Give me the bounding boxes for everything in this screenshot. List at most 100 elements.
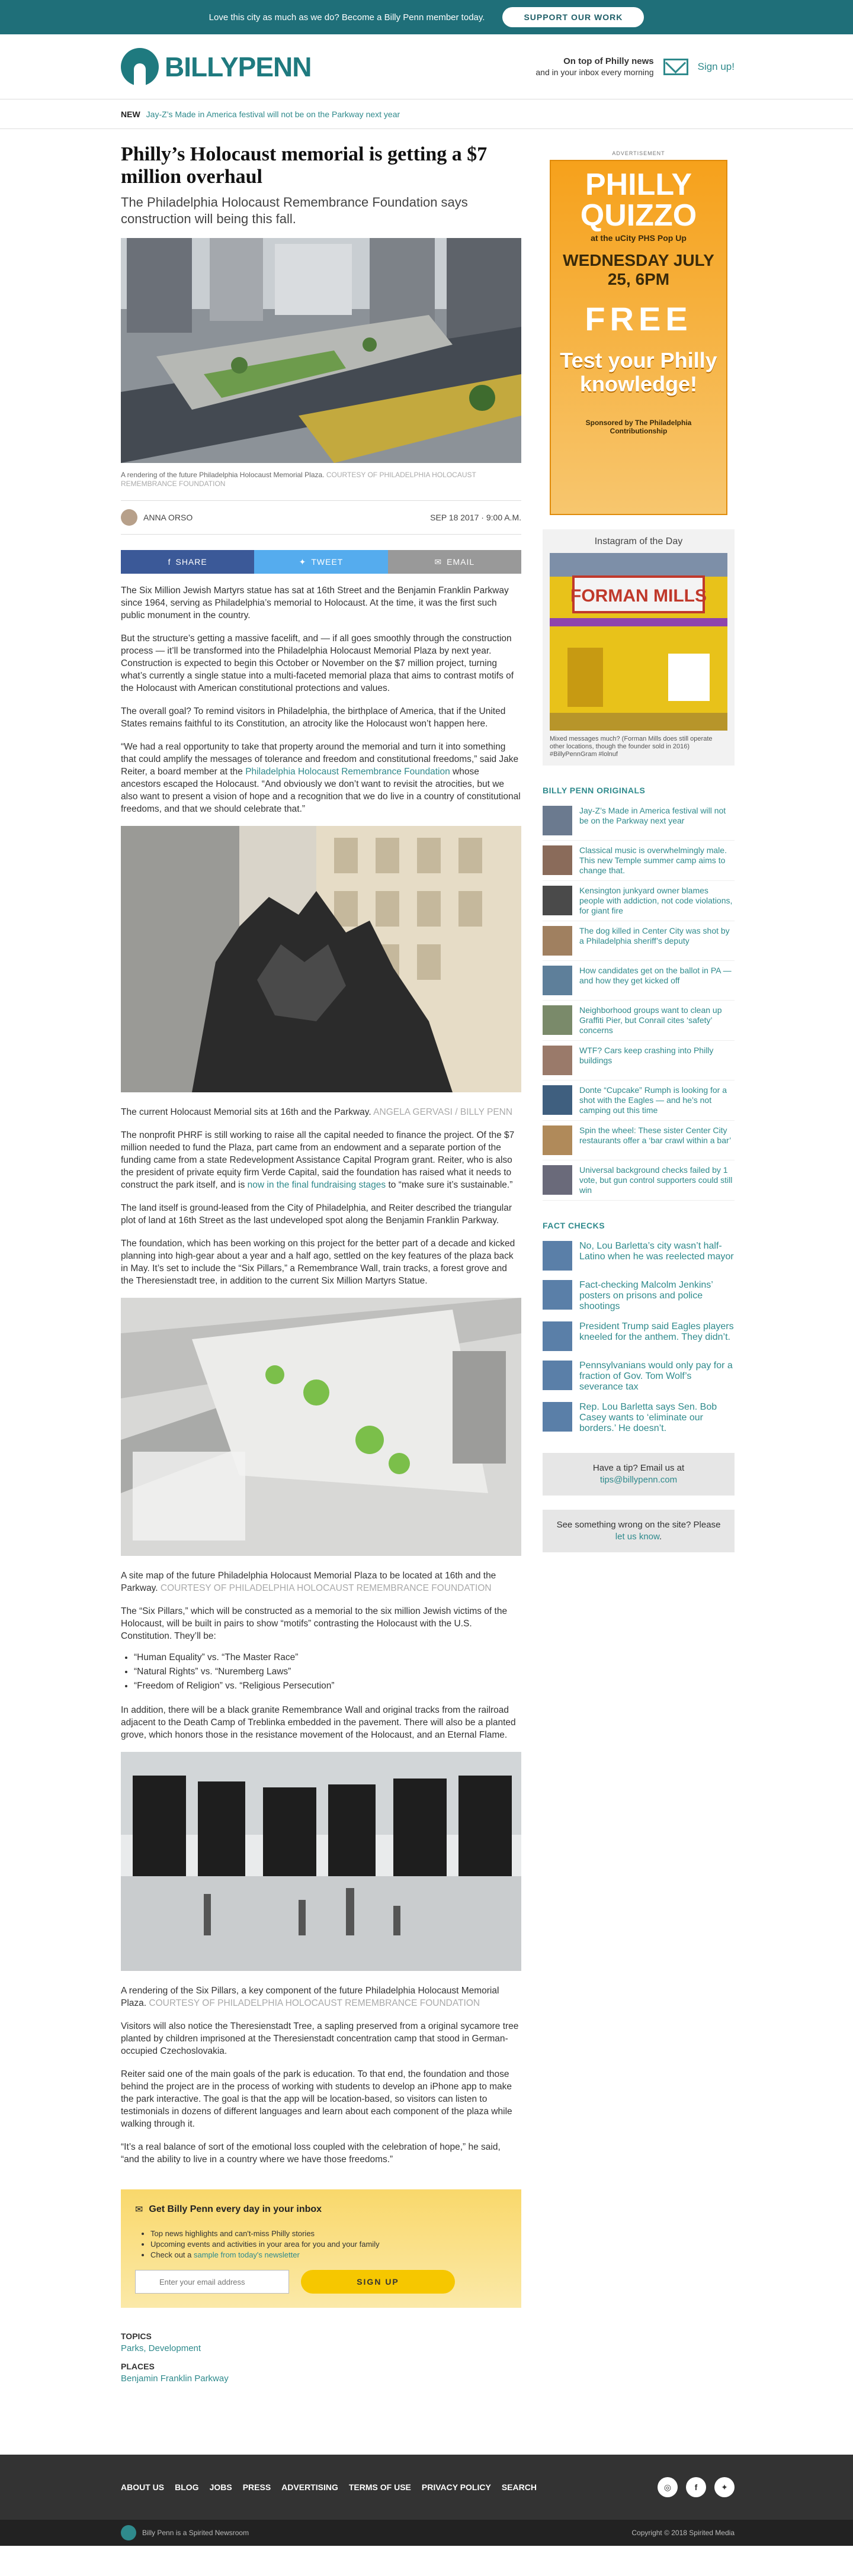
factcheck-link[interactable]: Pennsylvanians would only pay for a frac… xyxy=(579,1361,735,1392)
share-facebook-button[interactable]: f SHARE xyxy=(121,550,255,574)
fig4-credit: COURTESY OF PHILADELPHIA HOLOCAUST REMEM… xyxy=(149,1998,480,2008)
newsletter-sample-link[interactable]: sample from today's newsletter xyxy=(194,2250,300,2259)
original-link[interactable]: Classical music is overwhelmingly male. … xyxy=(579,845,735,876)
facebook-icon[interactable]: f xyxy=(686,2477,706,2497)
factcheck-link[interactable]: President Trump said Eagles players knee… xyxy=(579,1321,735,1351)
list-item[interactable]: Fact-checking Malcolm Jenkins’ posters o… xyxy=(543,1275,735,1317)
original-link[interactable]: Donte “Cupcake” Rumph is looking for a s… xyxy=(579,1085,735,1115)
list-item[interactable]: Neighborhood groups want to clean up Gra… xyxy=(543,1001,735,1041)
ad-location: at the uCity PHS Pop Up xyxy=(591,233,687,243)
news-ticker-link[interactable]: Jay-Z’s Made in America festival will no… xyxy=(146,110,400,119)
tip-text: Have a tip? Email us at xyxy=(592,1463,685,1473)
share-email-button[interactable]: ✉ EMAIL xyxy=(387,550,521,574)
report-error-box: See something wrong on the site? Please … xyxy=(543,1510,735,1552)
original-link[interactable]: Universal background checks failed by 1 … xyxy=(579,1165,735,1195)
factcheck-link[interactable]: Rep. Lou Barletta says Sen. Bob Casey wa… xyxy=(579,1402,735,1434)
list-item: Check out a sample from today's newslett… xyxy=(150,2250,507,2260)
byline: ANNA ORSO SEP 18 2017 · 9:00 A.M. xyxy=(121,500,521,535)
original-link[interactable]: The dog killed in Center City was shot b… xyxy=(579,926,735,956)
email-icon: ✉ xyxy=(434,557,442,567)
paragraph-text: to “make sure it’s sustainable.” xyxy=(386,1180,513,1190)
ad-date: WEDNESDAY JULY 25, 6PM xyxy=(563,251,714,288)
footer-link-privacy[interactable]: PRIVACY POLICY xyxy=(422,2482,491,2492)
original-link[interactable]: Jay-Z’s Made in America festival will no… xyxy=(579,806,735,835)
paragraph: Reiter said one of the main goals of the… xyxy=(121,2069,512,2129)
share-em-label: EMAIL xyxy=(447,557,475,567)
fig3-credit: COURTESY OF PHILADELPHIA HOLOCAUST REMEM… xyxy=(160,1583,492,1593)
original-link[interactable]: WTF? Cars keep crashing into Philly buil… xyxy=(579,1046,735,1075)
list-item[interactable]: Spin the wheel: These sister Center City… xyxy=(543,1121,735,1160)
site-logo[interactable]: BILLYPENN xyxy=(121,47,312,86)
facebook-icon: f xyxy=(168,557,171,567)
share-fb-label: SHARE xyxy=(175,557,207,567)
list-item[interactable]: Pennsylvanians would only pay for a frac… xyxy=(543,1356,735,1397)
instagram-photo[interactable]: FORMAN MILLS xyxy=(550,553,727,731)
thumbnail xyxy=(543,1085,572,1115)
list-item: “Natural Rights” vs. “Nuremberg Laws” xyxy=(134,1665,521,1679)
list-item[interactable]: Classical music is overwhelmingly male. … xyxy=(543,841,735,881)
paragraph: The overall goal? To remind visitors in … xyxy=(121,706,506,729)
footer-link-about[interactable]: ABOUT US xyxy=(121,2482,164,2492)
thumbnail xyxy=(543,806,572,835)
list-item[interactable]: How candidates get on the ballot in PA —… xyxy=(543,961,735,1001)
thumbnail xyxy=(543,926,572,956)
figure-six-pillars: A rendering of the Six Pillars, a key co… xyxy=(121,1752,521,2009)
original-link[interactable]: Spin the wheel: These sister Center City… xyxy=(579,1125,735,1155)
list-item: “Freedom of Religion” vs. “Religious Per… xyxy=(134,1679,521,1693)
support-button[interactable]: SUPPORT OUR WORK xyxy=(502,7,644,27)
share-twitter-button[interactable]: ✦ TWEET xyxy=(254,550,388,574)
newsletter-signup-button[interactable]: SIGN UP xyxy=(301,2270,455,2294)
list-item[interactable]: No, Lou Barletta’s city wasn’t half-Lati… xyxy=(543,1236,735,1275)
author-name[interactable]: ANNA ORSO xyxy=(143,513,193,522)
ad-label: ADVERTISEMENT xyxy=(612,150,665,156)
list-item[interactable]: Donte “Cupcake” Rumph is looking for a s… xyxy=(543,1080,735,1121)
footer-link-press[interactable]: PRESS xyxy=(243,2482,271,2492)
paragraph: The “Six Pillars,” which will be constru… xyxy=(121,1606,508,1641)
sub-footer: Billy Penn is a Spirited Newsroom Copyri… xyxy=(0,2520,853,2546)
footer-brand: Billy Penn is a Spirited Newsroom xyxy=(142,2529,249,2537)
topics-link[interactable]: Parks, Development xyxy=(121,2343,521,2353)
promo-line1: On top of Philly news xyxy=(563,56,654,66)
instagram-icon[interactable]: ◎ xyxy=(658,2477,678,2497)
footer-link-search[interactable]: SEARCH xyxy=(502,2482,537,2492)
thumbnail xyxy=(543,1125,572,1155)
email-input[interactable] xyxy=(135,2270,289,2294)
places-label: PLACES xyxy=(121,2362,155,2371)
factcheck-link[interactable]: No, Lou Barletta’s city wasn’t half-Lati… xyxy=(579,1241,735,1271)
thumbnail xyxy=(543,1321,572,1351)
places-link[interactable]: Benjamin Franklin Parkway xyxy=(121,2374,521,2384)
instagram-title: Instagram of the Day xyxy=(594,536,683,546)
thumbnail xyxy=(543,966,572,995)
list-item[interactable]: President Trump said Eagles players knee… xyxy=(543,1317,735,1356)
tip-email-link[interactable]: tips@billypenn.com xyxy=(600,1475,677,1485)
footer-link-jobs[interactable]: JOBS xyxy=(210,2482,232,2492)
footer-link-blog[interactable]: BLOG xyxy=(175,2482,198,2492)
topics-label: TOPICS xyxy=(121,2331,152,2341)
list-item[interactable]: Kensington junkyard owner blames people … xyxy=(543,881,735,921)
factchecks-heading: FACT CHECKS xyxy=(543,1221,605,1230)
report-error-link[interactable]: let us know xyxy=(615,1532,659,1542)
thumbnail xyxy=(543,1046,572,1075)
list-item[interactable]: Jay-Z’s Made in America festival will no… xyxy=(543,801,735,841)
footer-link-advertising[interactable]: ADVERTISING xyxy=(281,2482,338,2492)
membership-message: Love this city as much as we do? Become … xyxy=(209,12,485,22)
fundraising-link[interactable]: now in the final fundraising stages xyxy=(248,1180,386,1190)
original-link[interactable]: Neighborhood groups want to clean up Gra… xyxy=(579,1005,735,1035)
footer-logo-icon xyxy=(121,2525,136,2540)
factcheck-link[interactable]: Fact-checking Malcolm Jenkins’ posters o… xyxy=(579,1280,735,1312)
original-link[interactable]: How candidates get on the ballot in PA —… xyxy=(579,966,735,995)
article-title: Philly’s Holocaust memorial is getting a… xyxy=(121,143,488,188)
list-item[interactable]: Universal background checks failed by 1 … xyxy=(543,1160,735,1201)
advertisement[interactable]: PHILLY QUIZZO at the uCity PHS Pop Up WE… xyxy=(550,160,727,515)
thumbnail xyxy=(543,1361,572,1390)
list-item[interactable]: Rep. Lou Barletta says Sen. Bob Casey wa… xyxy=(543,1397,735,1439)
footer-link-terms[interactable]: TERMS OF USE xyxy=(349,2482,411,2492)
paragraph: But the structure’s getting a massive fa… xyxy=(121,633,514,693)
original-link[interactable]: Kensington junkyard owner blames people … xyxy=(579,886,735,916)
twitter-icon[interactable]: ✦ xyxy=(714,2477,735,2497)
list-item[interactable]: WTF? Cars keep crashing into Philly buil… xyxy=(543,1041,735,1080)
phrf-link[interactable]: Philadelphia Holocaust Remembrance Found… xyxy=(245,767,450,777)
signup-link[interactable]: Sign up! xyxy=(698,61,735,72)
list-item[interactable]: The dog killed in Center City was shot b… xyxy=(543,921,735,961)
copyright: Copyright © 2018 Spirited Media xyxy=(631,2529,735,2537)
